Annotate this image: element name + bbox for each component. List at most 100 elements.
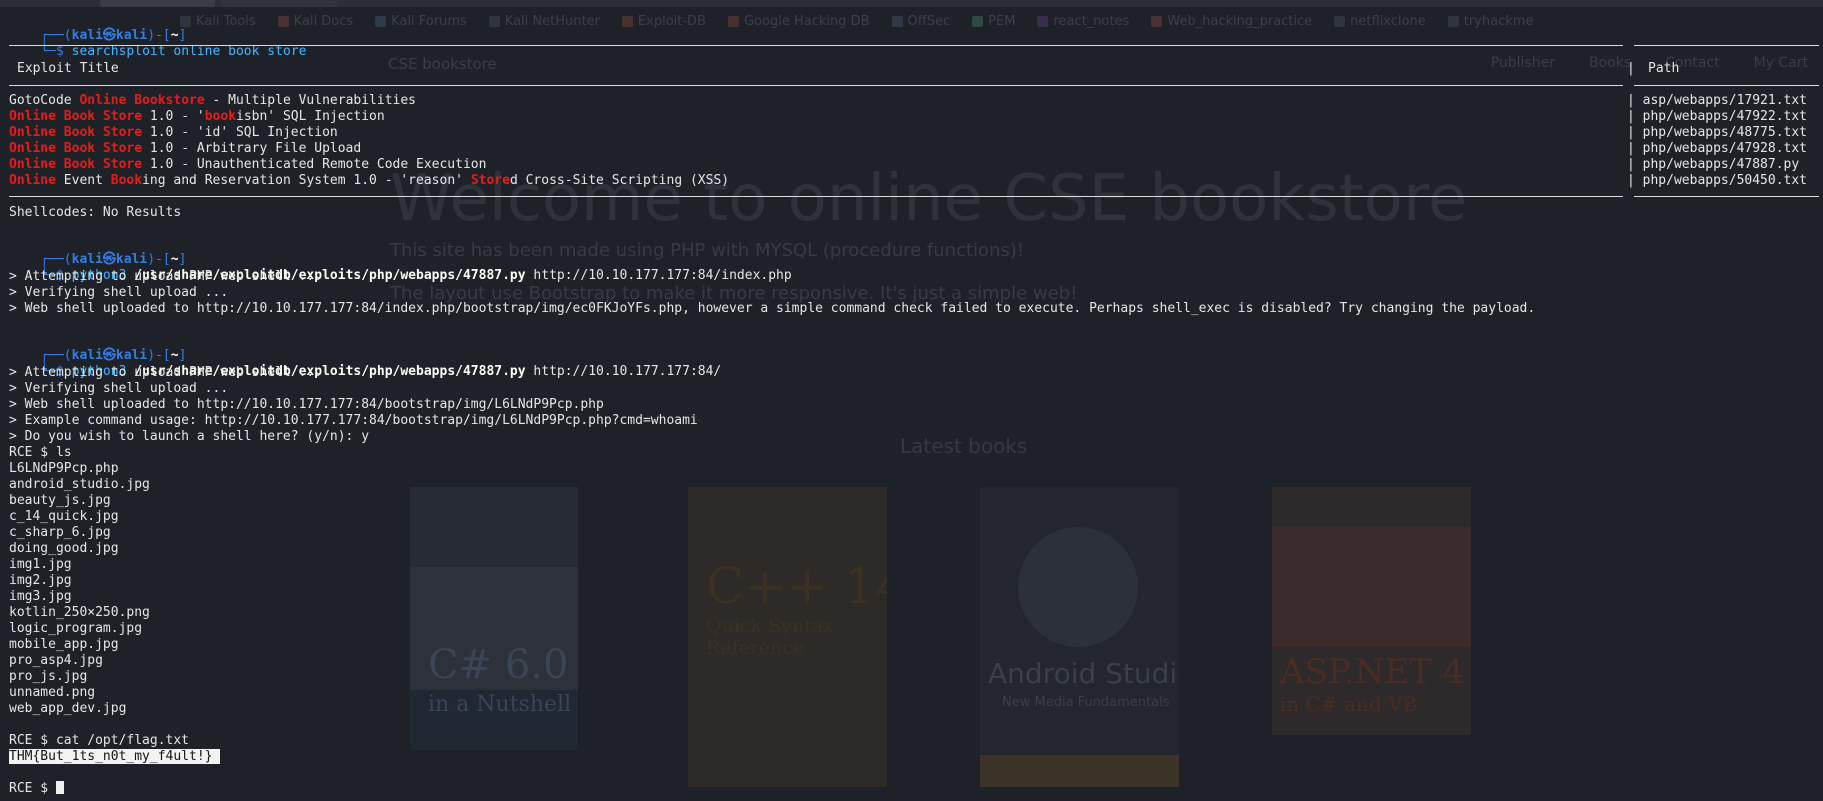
selected-flag-text[interactable]: THM{But_1ts_n0t_my_f4ult!} [9,749,213,764]
book-cover-subtitle: Quick Syntax Reference [706,615,834,659]
exploit-row-path: | php/webapps/47928.txt [1627,141,1808,156]
site-nav-link[interactable]: My Cart [1754,55,1808,71]
bookmark-icon [972,15,984,27]
exploit-row-title: Online Book Store 1.0 - Unauthenticated … [9,157,487,172]
exploit-row-path: | php/webapps/47922.txt [1627,109,1808,124]
rce-command-line: RCE $ ls [9,445,72,460]
file-entry: doing_good.jpg [9,541,119,556]
file-entry: pro_js.jpg [9,669,88,684]
file-entry: img1.jpg [9,557,72,572]
bookmark-item[interactable]: react_notes [1037,11,1129,31]
exploit-row-path: | php/webapps/48775.txt [1627,125,1808,140]
site-brand[interactable]: CSE bookstore [388,55,497,73]
book-cover[interactable]: ASP.NET 4 in C# and VB [1272,487,1471,735]
bookmark-label: PEM [988,13,1016,29]
bookmark-label: OffSec [907,13,951,29]
bookmark-label: Google Hacking DB [743,13,870,29]
browser-tab[interactable] [100,0,215,7]
bookmark-icon [488,15,500,27]
bookmark-item[interactable]: tryhackme [1447,11,1534,31]
exploit-row-title: Online Book Store 1.0 - Arbitrary File U… [9,141,362,156]
output-line: > Verifying shell upload ... [9,381,229,396]
book-cover-subtitle: in a Nutshell [428,692,572,717]
browser-tab-strip [0,0,1823,7]
bookmark-item[interactable]: OffSec [891,11,951,31]
book-cover[interactable]: Android Studio New Media Fundamentals [980,487,1179,787]
file-entry: c_sharp_6.jpg [9,525,111,540]
bookmark-icon [1151,15,1163,27]
file-entry: beauty_js.jpg [9,493,111,508]
command-text: searchsploit online book store [71,44,307,59]
table-rule [9,85,1623,86]
table-header-path: Path [1648,61,1680,76]
bookmark-label: Kali Docs [293,13,354,29]
rce-input-line[interactable]: RCE $ [9,781,64,796]
bookmark-label: Kali Tools [196,13,256,29]
exploit-row-title: GotoCode Online Bookstore - Multiple Vul… [9,93,417,108]
bookmark-label: Kali Forums [391,13,467,29]
table-rule [9,196,1623,197]
bookmark-icon [375,15,387,27]
output-line: > Attempting to upload PHP web shell ... [9,365,323,380]
bookmark-item[interactable]: netflixclone [1334,11,1426,31]
output-line: > Attempting to upload PHP web shell ... [9,269,323,284]
table-header-separator: | [1627,61,1635,76]
bookmark-label: Web_hacking_practice [1167,13,1313,29]
book-cover[interactable]: C++ 14 Quick Syntax Reference [688,487,887,787]
bookmark-item[interactable]: Kali Tools [180,11,256,31]
exploit-row-path: | php/webapps/50450.txt [1627,173,1808,188]
flag-output: THM{But_1ts_n0t_my_f4ult!} [9,749,221,764]
file-entry: img2.jpg [9,573,72,588]
exploit-row-path: | asp/webapps/17921.txt [1627,93,1808,108]
bookmark-item[interactable]: Web_hacking_practice [1151,11,1312,31]
table-rule [1634,45,1819,46]
bookmarks-bar: Kali Tools Kali Docs Kali Forums Kali NetHu… [180,11,1533,31]
book-cover-subtitle: in C# and VB [1280,692,1418,716]
bookmark-item[interactable]: Kali Docs [277,11,354,31]
file-entry: android_studio.jpg [9,477,150,492]
table-rule [9,45,1623,46]
bookmark-icon [1447,15,1459,27]
bookmark-item[interactable]: PEM [972,11,1015,31]
file-entry: web_app_dev.jpg [9,701,127,716]
bookmark-item[interactable]: Google Hacking DB [727,11,870,31]
bookmark-item[interactable]: Kali Forums [375,11,467,31]
bookmark-item[interactable]: Kali NetHunter [488,11,600,31]
site-nav-link[interactable]: Books [1589,55,1631,71]
shell-command-line: └─$ searchsploit online book store [40,44,307,59]
book-cover-title: C# 6.0 [428,642,569,688]
site-nav-link[interactable]: Publisher [1491,55,1555,71]
text-cursor [55,781,64,794]
book-cover[interactable]: C# 6.0 in a Nutshell [410,487,578,750]
table-rule [1634,196,1819,197]
exploit-row-title: Online Book Store 1.0 - 'bookisbn' SQL I… [9,109,385,124]
rce-command-line: RCE $ cat /opt/flag.txt [9,733,190,748]
file-entry: kotlin_250×250.png [9,605,150,620]
file-entry: L6LNdP9Pcp.php [9,461,119,476]
bookmark-item[interactable]: Exploit-DB [621,11,706,31]
table-header-title: Exploit Title [17,61,119,76]
shell-prompt-header: ┌──(kali㉿kali)-[~] [40,28,187,43]
bookmark-icon [277,15,289,27]
bookmark-label: tryhackme [1463,13,1534,29]
bookmark-icon [621,15,633,27]
exploit-row-path: | php/webapps/47887.py [1627,157,1800,172]
bookmark-icon [1037,15,1049,27]
bookmark-icon [727,15,739,27]
site-navbar: CSE bookstore Publisher Books Contact My Ca… [388,52,1818,78]
file-entry: pro_asp4.jpg [9,653,103,668]
output-line: > Do you wish to launch a shell here? (y… [9,429,370,444]
bookmark-label: react_notes [1053,13,1130,29]
bookmark-label: Exploit-DB [637,13,706,29]
file-entry: logic_program.jpg [9,621,143,636]
bookmark-icon [1334,15,1346,27]
bookmark-icon [891,15,903,27]
browser-tab[interactable] [222,0,337,7]
bookmark-label: netflixclone [1350,13,1426,29]
book-cover-title: C++ 14 [706,557,887,615]
file-entry: img3.jpg [9,589,72,604]
shellcodes-result: Shellcodes: No Results [9,205,182,220]
output-line: > Web shell uploaded to http://10.10.177… [9,301,1536,316]
latest-books-heading: Latest books [900,434,1028,458]
book-cover-subtitle: New Media Fundamentals [1002,695,1170,710]
